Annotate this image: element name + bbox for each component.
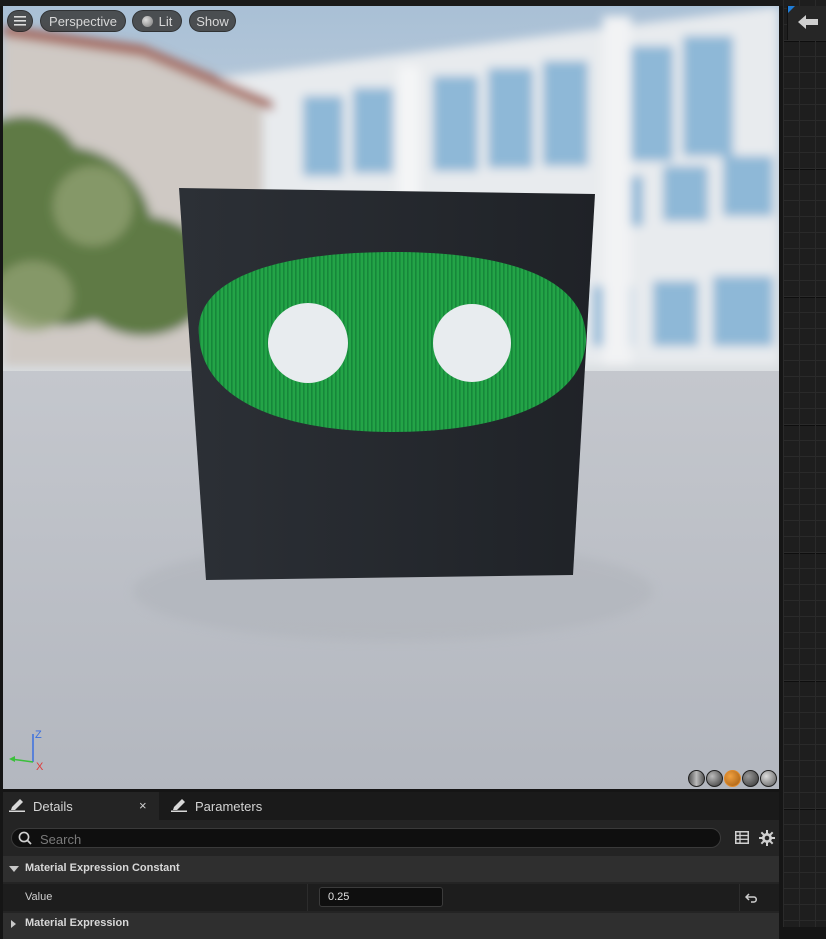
teapot-preview-icon[interactable] — [760, 770, 777, 787]
show-button[interactable]: Show — [189, 10, 236, 32]
property-row-value: Value — [3, 884, 779, 911]
close-tab-icon[interactable]: × — [139, 798, 147, 813]
axis-x-label: X — [36, 761, 44, 771]
material-preview-viewport[interactable]: Perspective Lit Show Z X — [3, 6, 779, 789]
left-eye — [268, 303, 348, 383]
chevron-down-icon — [9, 866, 19, 872]
hamburger-icon — [14, 14, 26, 29]
viewport-menu-button[interactable] — [7, 10, 33, 32]
details-panel: Details × Parameters Search Material Exp… — [3, 792, 779, 939]
preview-scene — [3, 6, 779, 789]
lit-label: Lit — [158, 13, 173, 29]
pencil-icon — [171, 798, 187, 815]
category-title: Material Expression Constant — [25, 862, 180, 874]
category-material-expression[interactable]: Material Expression — [3, 913, 779, 939]
plane-preview-icon[interactable] — [724, 770, 741, 787]
axis-gizmo: Z X — [9, 729, 44, 771]
gear-icon[interactable] — [759, 830, 775, 846]
table-view-icon[interactable] — [735, 831, 749, 844]
property-label: Value — [25, 891, 53, 903]
tab-parameters-label: Parameters — [195, 798, 263, 814]
column-divider — [307, 884, 308, 911]
graph-back-button[interactable] — [787, 6, 826, 40]
right-eye — [433, 304, 511, 382]
column-divider — [739, 884, 740, 911]
value-input[interactable] — [319, 887, 443, 907]
green-shape — [198, 252, 587, 432]
perspective-button[interactable]: Perspective — [40, 10, 126, 32]
reset-to-default-icon[interactable] — [745, 892, 759, 904]
show-label: Show — [196, 13, 229, 29]
tab-parameters[interactable]: Parameters — [167, 792, 307, 820]
lit-sphere-icon — [141, 15, 153, 27]
pencil-icon — [9, 798, 25, 815]
search-row — [3, 820, 779, 856]
search-box[interactable] — [11, 828, 721, 848]
sphere-preview-icon[interactable] — [706, 770, 723, 787]
arrow-left-icon — [798, 15, 818, 29]
cube-preview-icon[interactable] — [742, 770, 759, 787]
cylinder-preview-icon[interactable] — [688, 770, 705, 787]
preview-mesh-selector — [688, 770, 777, 787]
lit-mode-button[interactable]: Lit — [132, 10, 182, 32]
axis-z-label: Z — [35, 729, 42, 741]
graph-corner-accent — [788, 6, 795, 13]
panel-tabs: Details × Parameters — [3, 792, 779, 820]
tab-details[interactable]: Details — [3, 792, 159, 820]
material-graph-panel[interactable] — [783, 0, 826, 927]
category-material-expression-constant[interactable]: Material Expression Constant — [3, 856, 779, 882]
category-title: Material Expression — [25, 917, 129, 929]
tab-details-label: Details — [33, 798, 73, 814]
search-icon — [18, 831, 32, 845]
perspective-label: Perspective — [49, 13, 117, 29]
search-input[interactable] — [38, 830, 702, 848]
